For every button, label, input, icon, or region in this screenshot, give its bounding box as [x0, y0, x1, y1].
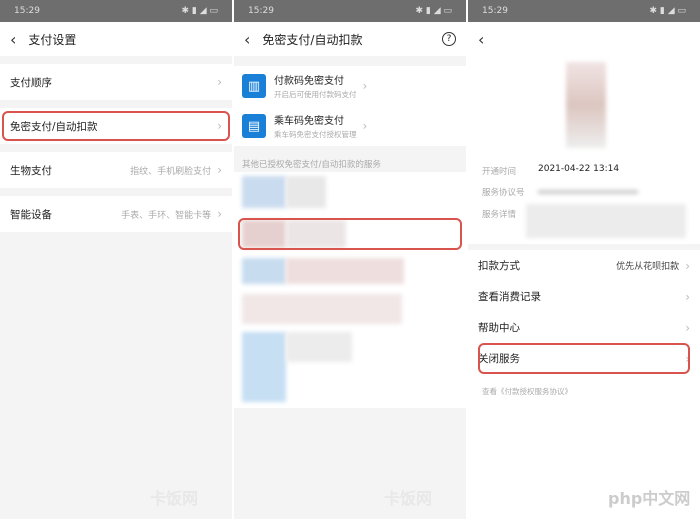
- row-label: 查看消费记录: [478, 291, 541, 303]
- row-view-records[interactable]: 查看消费记录 ›: [468, 281, 700, 312]
- agreement-link[interactable]: 查看《付款授权服务协议》: [482, 386, 572, 397]
- status-icons: ✱ ▮ ◢ ▭: [415, 6, 452, 16]
- service-title: 乘车码免密支付: [274, 116, 344, 127]
- page-title: 支付设置: [28, 32, 77, 47]
- bus-code-icon: ▤: [242, 114, 266, 138]
- chevron-right-icon: ›: [685, 289, 690, 304]
- row-deduct-method[interactable]: 扣款方式 优先从花呗扣款 ›: [468, 250, 700, 281]
- status-time: 15:29: [14, 6, 40, 16]
- auto-deduct-screen: 15:29 ✱ ▮ ◢ ▭ ‹ 免密支付/自动扣款? ▥ 付款码免密支付开启后可使用付…: [234, 0, 466, 519]
- watermark: php中文网: [608, 489, 691, 508]
- row-value: 优先从花呗扣款: [616, 262, 680, 272]
- row-label: 帮助中心: [478, 322, 520, 334]
- chevron-right-icon: ›: [217, 207, 222, 221]
- authorized-services-list[interactable]: [234, 172, 466, 408]
- chevron-right-icon: ›: [217, 75, 222, 89]
- service-paycode[interactable]: ▥ 付款码免密支付开启后可使用付款码支付 ›: [234, 66, 466, 106]
- page-title: 免密支付/自动扣款: [262, 32, 363, 47]
- section-label: 其他已授权免密支付/自动扣款的服务: [242, 160, 381, 170]
- header: ‹ 支付设置: [0, 22, 232, 56]
- status-time: 15:29: [482, 6, 508, 16]
- item-value: 指纹、手机刷脸支付: [130, 166, 212, 177]
- barcode-icon: ▥: [242, 74, 266, 98]
- header: ‹ 免密支付/自动扣款?: [234, 22, 466, 56]
- open-time-label: 开通时间: [482, 167, 517, 177]
- item-label: 智能设备: [10, 208, 52, 221]
- chevron-right-icon: ›: [362, 119, 368, 133]
- watermark: 卡饭网: [150, 489, 199, 508]
- back-icon[interactable]: ‹: [244, 30, 250, 49]
- service-subtitle: 乘车码免密支付授权管理: [274, 130, 357, 139]
- status-bar: 15:29 ✱ ▮ ◢ ▭: [234, 0, 466, 22]
- payment-settings-screen: 15:29 ✱ ▮ ◢ ▭ ‹ 支付设置 支付顺序 › 免密支付/自动扣款 › 生物支付…: [0, 0, 232, 519]
- header: ‹: [468, 22, 700, 56]
- item-value: 手表、手环、智能卡等: [121, 210, 212, 221]
- chevron-right-icon: ›: [685, 320, 690, 335]
- row-help-center[interactable]: 帮助中心 ›: [468, 312, 700, 343]
- service-detail-screen: 15:29 ✱ ▮ ◢ ▭ ‹ 开通时间 2021-04-22 13:14 服务协…: [468, 0, 700, 519]
- watermark: 卡饭网: [384, 489, 433, 508]
- agreement-value: [538, 190, 638, 194]
- agreement-label: 服务协议号: [482, 188, 525, 198]
- item-label: 支付顺序: [10, 76, 52, 89]
- highlight-box: [2, 111, 230, 141]
- detail-value: [526, 204, 686, 238]
- item-payment-order[interactable]: 支付顺序 ›: [0, 64, 232, 100]
- detail-label: 服务详情: [482, 210, 517, 220]
- chevron-right-icon: ›: [217, 163, 222, 177]
- chevron-right-icon: ›: [362, 79, 368, 93]
- back-icon[interactable]: ‹: [478, 30, 484, 49]
- service-transit-code[interactable]: ▤ 乘车码免密支付乘车码免密支付授权管理 ›: [234, 106, 466, 146]
- item-biometric-pay[interactable]: 生物支付 指纹、手机刷脸支付 ›: [0, 152, 232, 188]
- row-label: 扣款方式: [478, 260, 520, 272]
- highlight-box: [238, 218, 462, 250]
- status-bar: 15:29 ✱ ▮ ◢ ▭: [0, 0, 232, 22]
- item-label: 生物支付: [10, 164, 52, 177]
- service-subtitle: 开启后可使用付款码支付: [274, 90, 357, 99]
- help-icon[interactable]: ?: [442, 32, 456, 46]
- status-time: 15:29: [248, 6, 274, 16]
- status-bar: 15:29 ✱ ▮ ◢ ▭: [468, 0, 700, 22]
- item-smart-devices[interactable]: 智能设备 手表、手环、智能卡等 ›: [0, 196, 232, 232]
- service-title: 付款码免密支付: [274, 76, 344, 87]
- chevron-right-icon: ›: [685, 258, 690, 273]
- back-icon[interactable]: ‹: [10, 30, 16, 49]
- status-icons: ✱ ▮ ◢ ▭: [649, 6, 686, 16]
- merchant-logo: [566, 62, 606, 148]
- highlight-box: [478, 343, 690, 374]
- open-time-value: 2021-04-22 13:14: [538, 164, 620, 174]
- status-icons: ✱ ▮ ◢ ▭: [181, 6, 218, 16]
